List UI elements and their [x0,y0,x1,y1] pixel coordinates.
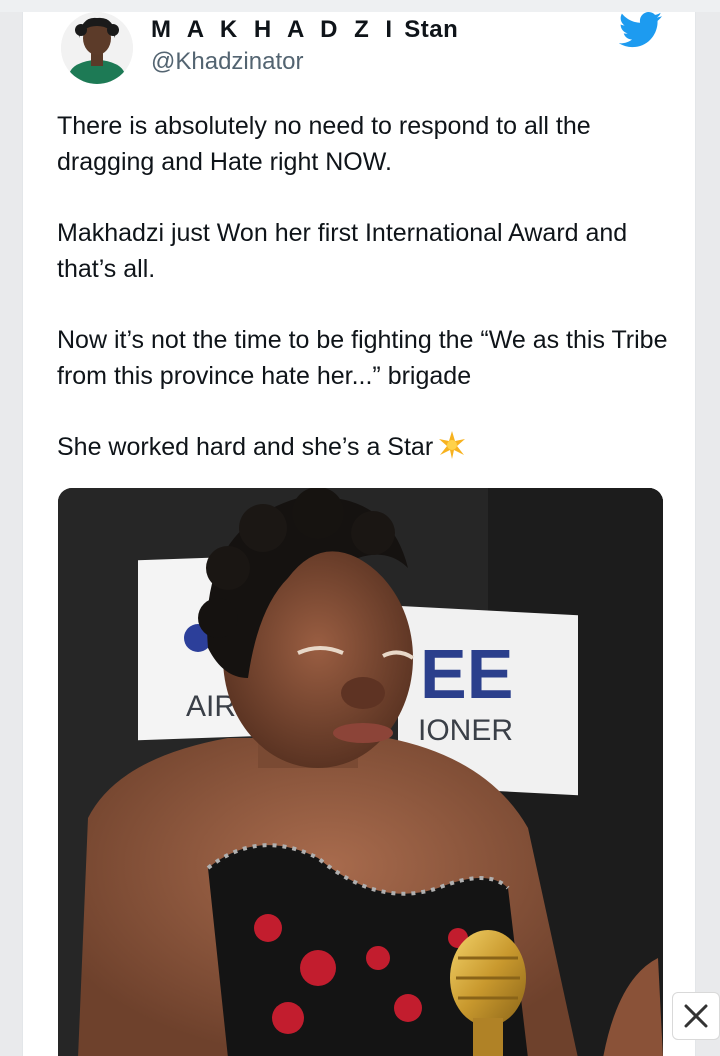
close-icon [684,1004,708,1028]
avatar[interactable] [61,12,133,84]
tweet-paragraph-4-text: She worked hard and she’s a Star [57,433,434,461]
tweet-paragraph-4: She worked hard and she’s a Star [57,429,677,465]
tweet-paragraph-1: There is absolutely no need to respond t… [57,112,591,176]
sign-left-text: AIR [186,690,236,723]
tweet-card[interactable]: M A K H A D Z I Stan @Khadzinator There … [22,12,696,1056]
display-name-part1: M A K H A D Z I [151,16,398,43]
tweet-paragraph-3: Now it’s not the time to be fighting the… [57,326,668,390]
top-strip [0,0,720,12]
user-handle[interactable]: @Khadzinator [151,48,303,76]
display-name[interactable]: M A K H A D Z I Stan [151,16,458,44]
close-button[interactable] [672,992,720,1040]
tweet-paragraph-2: Makhadzi just Won her first Internationa… [57,219,628,283]
tweet-text: There is absolutely no need to respond t… [57,108,677,500]
twitter-bird-icon[interactable] [618,12,663,48]
display-name-part2: Stan [404,16,459,43]
star-emoji-icon [437,430,467,460]
sign-right-big-text: EE [420,635,513,713]
sign-right-small-text: IONER [418,714,513,747]
tweet-photo[interactable]: AIR EE IONER [58,488,663,1056]
